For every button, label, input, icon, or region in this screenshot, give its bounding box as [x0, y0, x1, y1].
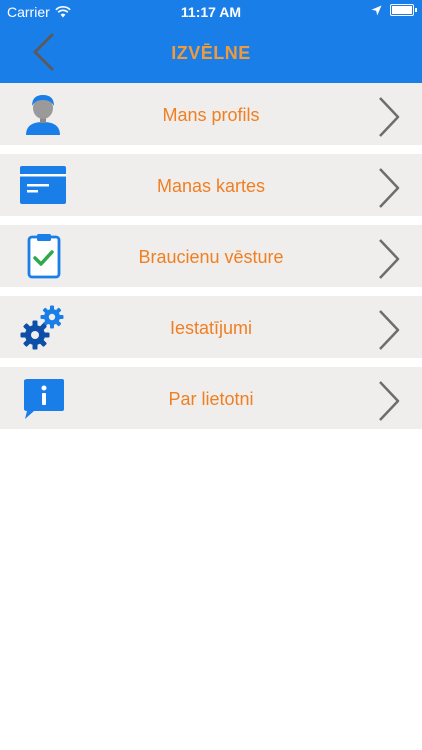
chevron-right-icon: [379, 97, 400, 137]
page-title: IZVĒLNE: [171, 43, 251, 63]
menu-item-label: Iestatījumi: [169, 318, 253, 338]
menu-item-label: Par lietotni: [168, 389, 254, 409]
menu-item-cards[interactable]: Manas kartes: [0, 154, 422, 216]
chevron-right-icon: [379, 168, 400, 208]
top-bar: Carrier 11:17 AM IZVĒLNE: [0, 0, 422, 83]
menu-item-label: Braucienu vēsture: [138, 247, 284, 267]
menu-item-label: Mans profils: [162, 105, 260, 125]
menu-item-label: Manas kartes: [156, 176, 266, 196]
battery-icon: [390, 4, 417, 16]
chevron-right-icon: [379, 381, 400, 421]
chevron-right-icon: [379, 239, 400, 279]
location-arrow-icon: [371, 5, 382, 15]
menu-item-trip-history[interactable]: Braucienu vēsture: [0, 225, 422, 287]
status-time: 11:17 AM: [180, 4, 242, 20]
chevron-right-icon: [379, 310, 400, 350]
menu-item-about[interactable]: Par lietotni: [0, 367, 422, 429]
menu-item-profile[interactable]: Mans profils: [0, 83, 422, 145]
status-bar: Carrier 11:17 AM: [0, 0, 422, 24]
menu-list: Mans profils Manas kartes Braucienu vēst…: [0, 83, 422, 438]
menu-item-settings[interactable]: Iestatījumi: [0, 296, 422, 358]
